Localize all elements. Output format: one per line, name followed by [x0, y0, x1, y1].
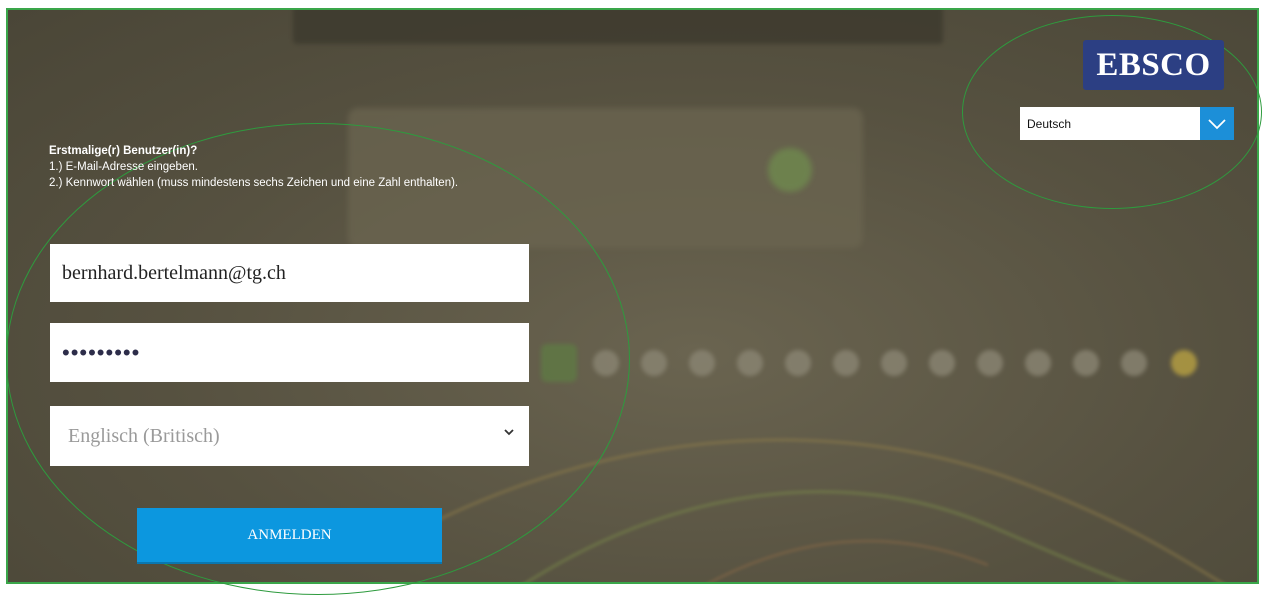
- instructions-step-2: 2.) Kennwort wählen (muss mindestens sec…: [49, 177, 459, 189]
- language-select-toggle[interactable]: [1200, 107, 1234, 140]
- language-select[interactable]: Deutsch: [1020, 107, 1234, 140]
- email-field[interactable]: bernhard.bertelmann@tg.ch: [50, 244, 529, 302]
- language-select-value: Deutsch: [1027, 116, 1072, 131]
- ebsco-logo: EBSCO: [1083, 40, 1224, 90]
- password-field-mask: •••••••••: [62, 339, 141, 365]
- background-green-circle: [768, 148, 812, 192]
- first-time-user-instructions: Erstmalige(r) Benutzer(in)? 1.) E-Mail-A…: [49, 143, 519, 191]
- login-button[interactable]: ANMELDEN: [137, 508, 442, 562]
- background-top-bar: [293, 10, 943, 44]
- email-field-value: bernhard.bertelmann@tg.ch: [62, 261, 286, 284]
- chevron-down-icon: [1208, 118, 1226, 129]
- instructions-step-1: 1.) E-Mail-Adresse eingeben.: [49, 161, 198, 173]
- interface-language-select[interactable]: Englisch (Britisch): [50, 406, 529, 466]
- interface-language-value: Englisch (Britisch): [68, 424, 220, 447]
- password-field[interactable]: •••••••••: [50, 323, 529, 382]
- instructions-title: Erstmalige(r) Benutzer(in)?: [49, 145, 198, 157]
- background-progress-row: [533, 340, 1213, 388]
- chevron-down-icon: [504, 429, 514, 436]
